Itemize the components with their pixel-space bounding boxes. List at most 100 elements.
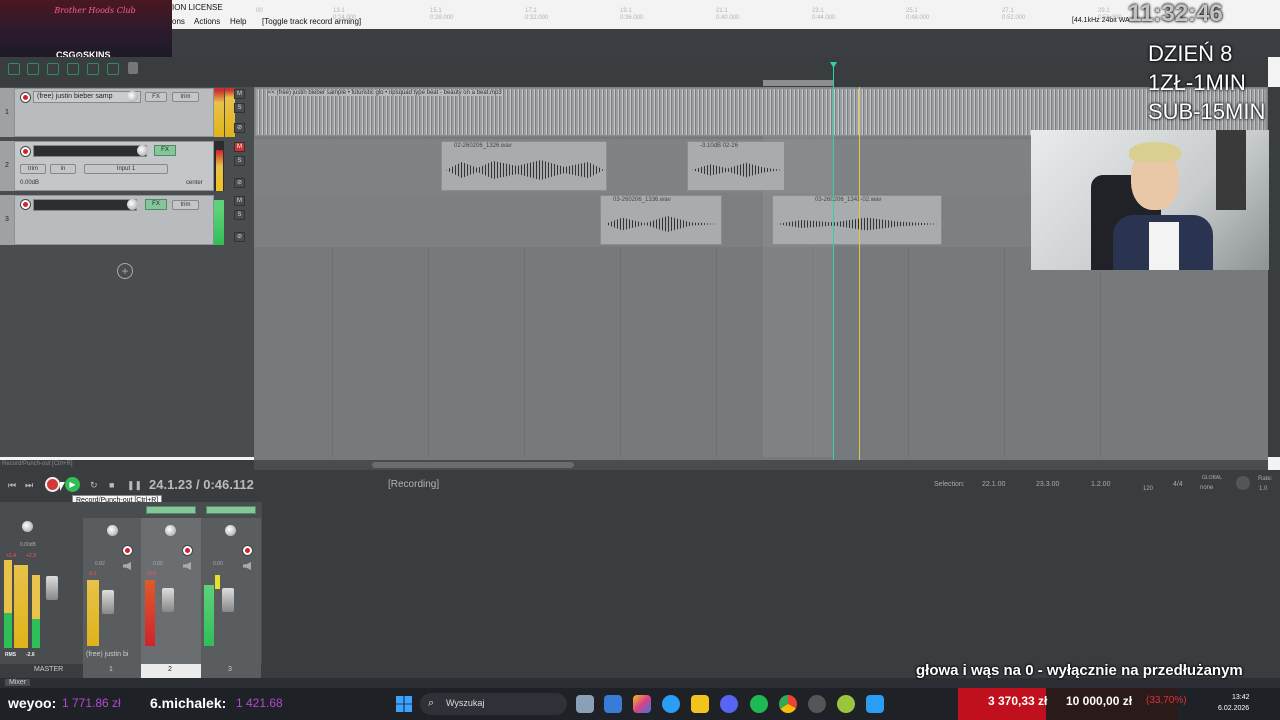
loop-icon[interactable] — [107, 63, 119, 75]
strip-1-fader[interactable] — [102, 590, 114, 614]
volume-knob[interactable] — [137, 145, 148, 156]
route-button[interactable]: ⊘ — [234, 178, 245, 188]
bpm-display[interactable]: 120 — [1143, 486, 1153, 492]
solo-button[interactable]: S — [234, 210, 245, 220]
solo-button[interactable]: S — [234, 156, 245, 166]
fx-slot[interactable] — [146, 506, 196, 514]
system-time[interactable]: 13:42 — [1232, 694, 1250, 701]
record-arm-button[interactable] — [182, 545, 193, 556]
obs-icon[interactable] — [808, 695, 826, 713]
grid-lines-icon[interactable] — [87, 63, 99, 75]
file-explorer-icon[interactable] — [691, 695, 709, 713]
chrome-icon[interactable] — [779, 695, 797, 713]
discord-icon[interactable] — [720, 695, 738, 713]
lock-icon[interactable] — [128, 62, 138, 74]
position-display: 24.1.23 / 0:46.112 — [149, 477, 254, 492]
ruler-label: 25.1 0:48.000 — [906, 8, 930, 21]
mixer-tab[interactable]: Mixer — [5, 679, 31, 686]
track-1-meter — [214, 88, 224, 137]
master-fader[interactable] — [46, 576, 58, 600]
mute-button[interactable]: M — [234, 89, 245, 99]
rate-value[interactable]: 1.0 — [1259, 486, 1267, 492]
strip-2-fader[interactable] — [162, 588, 174, 612]
system-date[interactable]: 6.02.2026 — [1218, 705, 1249, 712]
strip-2-volume: 0.00 — [153, 561, 163, 567]
strip-3-fader[interactable] — [222, 588, 234, 612]
trim-button[interactable]: trim — [172, 200, 199, 210]
record-arm-button[interactable] — [20, 92, 31, 103]
selection-start[interactable]: 22.1.00 — [982, 481, 1005, 488]
go-to-end-icon[interactable]: ⏭ — [25, 480, 33, 491]
track-name-field[interactable] — [33, 145, 147, 157]
input-select[interactable]: Input 1 — [84, 164, 168, 174]
edge-icon[interactable] — [662, 695, 680, 713]
pan-knob[interactable] — [165, 525, 176, 536]
time-signature[interactable]: 4/4 — [1173, 481, 1183, 488]
play-cursor — [859, 87, 860, 460]
grid-icon[interactable] — [47, 63, 59, 75]
club-logo: Brother Hoods Club — [54, 6, 136, 15]
trim-button[interactable]: trim — [172, 92, 199, 102]
mute-button[interactable]: M — [234, 142, 245, 152]
fx-button[interactable]: FX — [145, 92, 167, 102]
pan-knob[interactable] — [107, 525, 118, 536]
edit-cursor[interactable] — [833, 62, 834, 460]
time-selection[interactable] — [763, 80, 833, 86]
copilot-icon[interactable] — [633, 695, 651, 713]
donor-2-amount: 1 421.68 — [236, 696, 283, 710]
volume-knob[interactable] — [127, 91, 138, 102]
volume-knob[interactable] — [127, 199, 138, 210]
add-track-icon[interactable]: + — [117, 263, 133, 279]
store-icon[interactable] — [604, 695, 622, 713]
rate-knob[interactable] — [1236, 476, 1250, 490]
task-view-icon[interactable] — [576, 695, 594, 713]
record-arm-button[interactable] — [20, 199, 31, 210]
fx-button[interactable]: FX — [154, 145, 176, 156]
stop-icon[interactable]: ■ — [109, 480, 114, 490]
fx-button[interactable]: FX — [145, 199, 167, 210]
spotify-icon[interactable] — [750, 695, 768, 713]
menu-item-ons[interactable]: ons — [172, 17, 185, 26]
record-button[interactable] — [45, 477, 60, 492]
tool-icon[interactable] — [8, 63, 20, 75]
track-2-meter-fill — [216, 150, 223, 191]
global-mode[interactable]: none — [1200, 485, 1213, 491]
input-monitor-button[interactable]: in — [50, 164, 76, 174]
route-button[interactable]: ⊘ — [234, 123, 245, 133]
transport-bar: ⏮ ⏭ ▶ ↻ ■ ❚❚ 24.1.23 / 0:46.112 [Recordi… — [0, 470, 1280, 502]
reaper-icon[interactable] — [837, 695, 855, 713]
snap-icon[interactable] — [67, 63, 79, 75]
track-name-field[interactable] — [33, 199, 137, 211]
taskbar-search[interactable]: ⌕ Wyszukaj — [420, 693, 567, 715]
mute-button[interactable]: M — [234, 196, 245, 206]
master-pan-knob[interactable] — [22, 521, 33, 532]
media-item-beat[interactable]: << (free) justin bieber sample • futuris… — [255, 88, 1267, 136]
search-icon: ⌕ — [428, 697, 435, 709]
play-button[interactable]: ▶ — [65, 477, 80, 492]
go-to-start-icon[interactable]: ⏮ — [8, 480, 16, 491]
selection-length[interactable]: 1.2.00 — [1091, 481, 1110, 488]
record-arm-button[interactable] — [20, 146, 31, 157]
scroll-thumb[interactable] — [372, 462, 574, 468]
media-item-vocal-1[interactable]: 02-260206_1326.wav — [441, 141, 607, 191]
route-button[interactable]: ⊘ — [234, 232, 245, 242]
selection-end[interactable]: 23.3.00 — [1036, 481, 1059, 488]
record-arm-button[interactable] — [242, 545, 253, 556]
repeat-icon[interactable]: ↻ — [90, 480, 98, 491]
menu-item-help[interactable]: Help — [230, 17, 246, 26]
link-icon[interactable] — [27, 63, 39, 75]
track-name-field[interactable]: (free) justin bieber samp — [33, 91, 141, 103]
media-item-vocal-2[interactable]: -3.10dB 02-26 — [687, 141, 785, 191]
fx-slot[interactable] — [206, 506, 256, 514]
media-item-take-1[interactable]: 03-260206_1336.wav — [600, 195, 722, 245]
vertical-scrollbar[interactable] — [1268, 87, 1280, 457]
menu-item-actions[interactable]: Actions — [194, 17, 220, 26]
pause-icon[interactable]: ❚❚ — [127, 480, 142, 491]
solo-button[interactable]: S — [234, 103, 245, 113]
media-item-take-2[interactable]: 03-260206_1341-02.wav — [772, 195, 942, 245]
notepad-icon[interactable] — [866, 695, 884, 713]
trim-button[interactable]: trim — [20, 164, 46, 174]
pan-knob[interactable] — [225, 525, 236, 536]
record-arm-button[interactable] — [122, 545, 133, 556]
timeline-ruler[interactable] — [254, 57, 1268, 87]
